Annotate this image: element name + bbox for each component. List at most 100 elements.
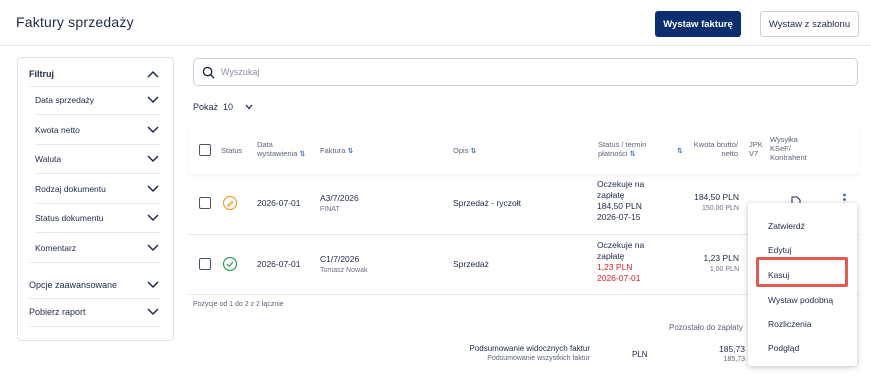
page-size-select[interactable]: 10 xyxy=(223,99,253,115)
status-text: Oczekuje na xyxy=(597,240,645,250)
header-label: płatności xyxy=(598,149,628,158)
gross-net-amount: 1,23 PLN 1,00 PLN xyxy=(669,253,739,275)
invoice-number-text: C1/7/2026 xyxy=(320,254,360,264)
chevron-down-icon xyxy=(245,104,253,110)
due-date: 2026-07-15 xyxy=(597,212,641,222)
positions-count: Pozycje od 1 do 2 z 2 łącznie xyxy=(193,301,284,308)
row-checkbox[interactable] xyxy=(199,258,211,270)
highlight-box xyxy=(756,257,848,287)
due-date: 2026-07-01 xyxy=(597,273,641,283)
header-issue-date[interactable]: Data wystawienia ⇅ xyxy=(257,140,305,159)
page-size-control: Pokaż 10 xyxy=(193,99,253,115)
chevron-down-icon xyxy=(147,126,159,134)
remaining-label: Pozostało do zapłaty xyxy=(669,323,743,332)
chevron-down-icon xyxy=(147,214,159,222)
menu-item-preview[interactable]: Podgląd xyxy=(768,343,799,353)
visible-summary-label: Podsumowanie widocznych faktur xyxy=(469,344,590,353)
sort-icon: ⇅ xyxy=(347,148,354,155)
header-label: V7 xyxy=(749,149,759,158)
issue-date: 2026-07-01 xyxy=(257,198,301,208)
sort-icon: ⇅ xyxy=(629,151,636,158)
filter-label: Filtruj xyxy=(29,69,54,79)
header-jpk: JPK V7 xyxy=(749,140,763,158)
menu-item-issue-similar[interactable]: Wystaw podobną xyxy=(768,295,833,305)
search-icon xyxy=(202,66,215,79)
header-label: Opis xyxy=(453,146,469,155)
header-label: KSeF/ xyxy=(770,144,791,153)
table-header: Status Data wystawienia ⇅ Faktura ⇅ Opis… xyxy=(188,126,859,174)
status-text: zapłatę xyxy=(597,251,625,261)
issue-from-template-button[interactable]: Wystaw z szablonu xyxy=(760,11,859,37)
issue-date: 2026-07-01 xyxy=(257,259,301,269)
chevron-up-icon xyxy=(147,70,159,78)
all-summary-value: 185,73 xyxy=(723,356,745,363)
visible-summary-value: 185,73 xyxy=(719,344,745,354)
download-report-toggle[interactable]: Pobierz raport xyxy=(18,302,173,322)
filter-comment[interactable]: Komentarz xyxy=(18,238,173,258)
chevron-down-icon xyxy=(147,308,159,316)
menu-item-settlements[interactable]: Rozliczenia xyxy=(768,319,811,329)
contractor-name: FINAT xyxy=(320,206,340,213)
status-amount: 1,23 PLN xyxy=(597,262,633,272)
gross-amount: 184,50 PLN xyxy=(694,192,739,202)
description: Sprzedaż - ryczołt xyxy=(453,198,522,208)
payment-status: Oczekuje na zapłatę 184,50 PLN 2026-07-1… xyxy=(597,179,644,223)
filter-net-amount[interactable]: Kwota netto xyxy=(18,120,173,140)
chevron-down-icon xyxy=(147,281,159,289)
filter-item-label: Data sprzedaży xyxy=(35,95,95,105)
header-gross-net[interactable]: Kwota brutto/ netto xyxy=(690,140,738,158)
header-label: Kontrahent xyxy=(770,153,807,162)
header-label: Status / termin xyxy=(598,140,647,149)
advanced-options-label: Opcje zaawansowane xyxy=(29,280,118,290)
header-invoice[interactable]: Faktura ⇅ xyxy=(320,146,353,156)
filter-document-status[interactable]: Status dokumentu xyxy=(18,208,173,228)
header-label: Kwota brutto/ xyxy=(693,140,738,149)
page-size-value: 10 xyxy=(223,102,234,112)
invoice-number[interactable]: C1/7/2026 Tomasz Nowak xyxy=(320,254,367,276)
net-amount: 1,00 PLN xyxy=(709,266,739,273)
header-label: Data xyxy=(257,140,273,149)
download-report-label: Pobierz raport xyxy=(29,307,86,317)
gross-net-amount: 184,50 PLN 150,00 PLN xyxy=(669,192,739,214)
filter-toggle[interactable]: Filtruj xyxy=(18,64,173,84)
page-title: Faktury sprzedaży xyxy=(16,14,134,30)
sort-icon[interactable]: ⇅ xyxy=(677,146,683,156)
summary-currency: PLN xyxy=(632,350,648,359)
sort-icon: ⇅ xyxy=(470,148,477,155)
filter-item-label: Rodzaj dokumentu xyxy=(35,184,106,194)
header-label: wystawienia xyxy=(257,149,298,158)
header-divider xyxy=(0,45,871,46)
filter-item-label: Status dokumentu xyxy=(35,213,104,223)
filter-sale-date[interactable]: Data sprzedaży xyxy=(18,90,173,110)
menu-item-edit[interactable]: Edytuj xyxy=(768,245,792,255)
filter-currency[interactable]: Waluta xyxy=(18,149,173,169)
filter-item-label: Waluta xyxy=(35,154,62,164)
chevron-down-icon xyxy=(147,96,159,104)
header-label: JPK xyxy=(749,140,763,149)
header-status-due[interactable]: Status / termin płatności ⇅ xyxy=(598,140,646,159)
search-input[interactable] xyxy=(221,67,821,77)
invoice-number[interactable]: A3/7/2026 FINAT xyxy=(320,193,359,215)
menu-item-approve[interactable]: Zatwierdź xyxy=(768,221,805,231)
filter-item-label: Kwota netto xyxy=(35,125,80,135)
filter-document-type[interactable]: Rodzaj dokumentu xyxy=(18,179,173,199)
header-label: Faktura xyxy=(320,146,346,155)
select-all-checkbox[interactable] xyxy=(199,144,211,156)
row-checkbox[interactable] xyxy=(199,197,211,209)
status-amount: 184,50 PLN xyxy=(597,201,642,211)
chevron-down-icon xyxy=(147,155,159,163)
filter-panel: Filtruj Data sprzedaży Kwota netto Walut… xyxy=(17,57,174,341)
status-text: zapłatę xyxy=(597,190,625,200)
advanced-options-toggle[interactable]: Opcje zaawansowane xyxy=(18,275,173,295)
header-status: Status xyxy=(221,146,243,155)
search-box xyxy=(193,58,858,86)
all-summary-label: Podsumowanie wszystkich faktur xyxy=(487,355,590,362)
issue-invoice-button[interactable]: Wystaw fakturę xyxy=(655,11,741,37)
sort-icon: ⇅ xyxy=(299,151,306,158)
invoice-number-text: A3/7/2026 xyxy=(320,193,359,203)
chevron-down-icon xyxy=(147,244,159,252)
gross-amount: 1,23 PLN xyxy=(703,253,739,263)
header-description[interactable]: Opis ⇅ xyxy=(453,146,476,156)
header-ksef: Wysyłka KSeF/ Kontrahent xyxy=(770,135,807,162)
pending-status-icon xyxy=(222,195,238,211)
